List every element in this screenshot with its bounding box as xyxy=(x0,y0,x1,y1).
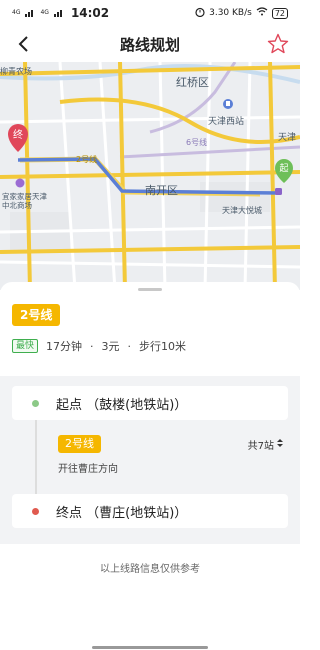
wifi-icon xyxy=(256,7,268,19)
map-label-tianjin-west: 天津西站 xyxy=(208,115,244,127)
route-duration: 17分钟 xyxy=(46,340,83,353)
end-marker-label: 终 xyxy=(13,128,23,141)
map-label-ikea: 宜家家居天津中北商场 xyxy=(2,192,47,210)
signal-2-label: 4G xyxy=(40,9,49,16)
alarm-icon xyxy=(195,7,205,20)
route-summary: 最快 17分钟 · 3元 · 步行10米 xyxy=(12,338,186,354)
route-steps-panel: 起点 （鼓楼(地铁站)） 2号线 共7站 开往曹庄方向 终点 （曹庄(地铁站)） xyxy=(0,376,300,544)
end-stop-label: 终点 （曹庄(地铁站)） xyxy=(56,506,188,521)
route-connector xyxy=(35,420,37,494)
direction-label: 开往曹庄方向 xyxy=(58,464,118,475)
start-stop-label: 起点 （鼓楼(地铁站)） xyxy=(56,398,188,413)
battery-indicator: 72 xyxy=(271,7,288,19)
sep-dot: · xyxy=(90,339,94,353)
map-label-nankai: 南开区 xyxy=(145,184,178,197)
back-button[interactable] xyxy=(12,32,36,56)
line-badge: 2号线 xyxy=(12,304,61,326)
start-stop-card[interactable]: 起点 （鼓楼(地铁站)） xyxy=(12,386,288,420)
sep-dot: · xyxy=(127,339,132,353)
stop-count-toggle[interactable]: 共7站 xyxy=(248,437,284,452)
map-label-tianjin: 天津 xyxy=(278,132,296,143)
station-marker-icon xyxy=(223,99,233,109)
signal-bars-icon xyxy=(53,7,64,20)
route-fare: 3元 xyxy=(101,340,120,353)
end-dot-icon xyxy=(32,508,39,515)
start-marker-label: 起 xyxy=(279,163,288,174)
shopping-marker-icon xyxy=(15,178,25,188)
map-canvas: 柳青农场 红桥区 天津西站 天津 6号线 2号线 南开区 天津大悦城 宜家家居天… xyxy=(0,62,300,290)
route-detail-sheet: 2号线 最快 17分钟 · 3元 · 步行10米 起点 （鼓楼(地铁站)） 2号… xyxy=(0,282,300,650)
drag-handle[interactable] xyxy=(138,288,162,291)
map-label-line2: 2号线 xyxy=(76,154,97,164)
map-label-area: 柳青农场 xyxy=(0,66,32,76)
status-time: 14:02 xyxy=(70,6,110,20)
route-walk: 步行10米 xyxy=(139,340,187,353)
stop-count-label: 共7站 xyxy=(247,441,274,452)
nav-bar: 路线规划 xyxy=(0,26,300,62)
map-label-yuecheng: 天津大悦城 xyxy=(222,205,262,215)
start-dot-icon xyxy=(32,400,39,407)
network-speed: 3.30 KB/s xyxy=(209,8,252,18)
map-label-hongqiao: 红桥区 xyxy=(176,76,209,89)
disclaimer-text: 以上线路信息仅供参考 xyxy=(100,564,200,575)
end-stop-card[interactable]: 终点 （曹庄(地铁站)） xyxy=(12,494,288,528)
signal-1-label: 4G xyxy=(12,9,21,16)
route-map[interactable]: 柳青农场 红桥区 天津西站 天津 6号线 2号线 南开区 天津大悦城 宜家家居天… xyxy=(0,62,300,290)
signal-bars-icon xyxy=(25,7,35,20)
metro-pin-icon xyxy=(275,188,282,195)
map-label-line6: 6号线 xyxy=(186,137,207,147)
expand-toggle-icon xyxy=(276,438,284,451)
page-title: 路线规划 xyxy=(119,35,180,54)
favorite-button[interactable] xyxy=(266,32,290,56)
chevron-left-icon xyxy=(12,36,36,62)
star-icon xyxy=(266,33,290,60)
home-indicator[interactable] xyxy=(92,646,208,649)
fastest-badge: 最快 xyxy=(12,339,39,353)
segment-line-badge: 2号线 xyxy=(58,435,101,453)
status-bar: 4G 4G 14:02 3.30 KB/s 72 xyxy=(0,0,300,26)
